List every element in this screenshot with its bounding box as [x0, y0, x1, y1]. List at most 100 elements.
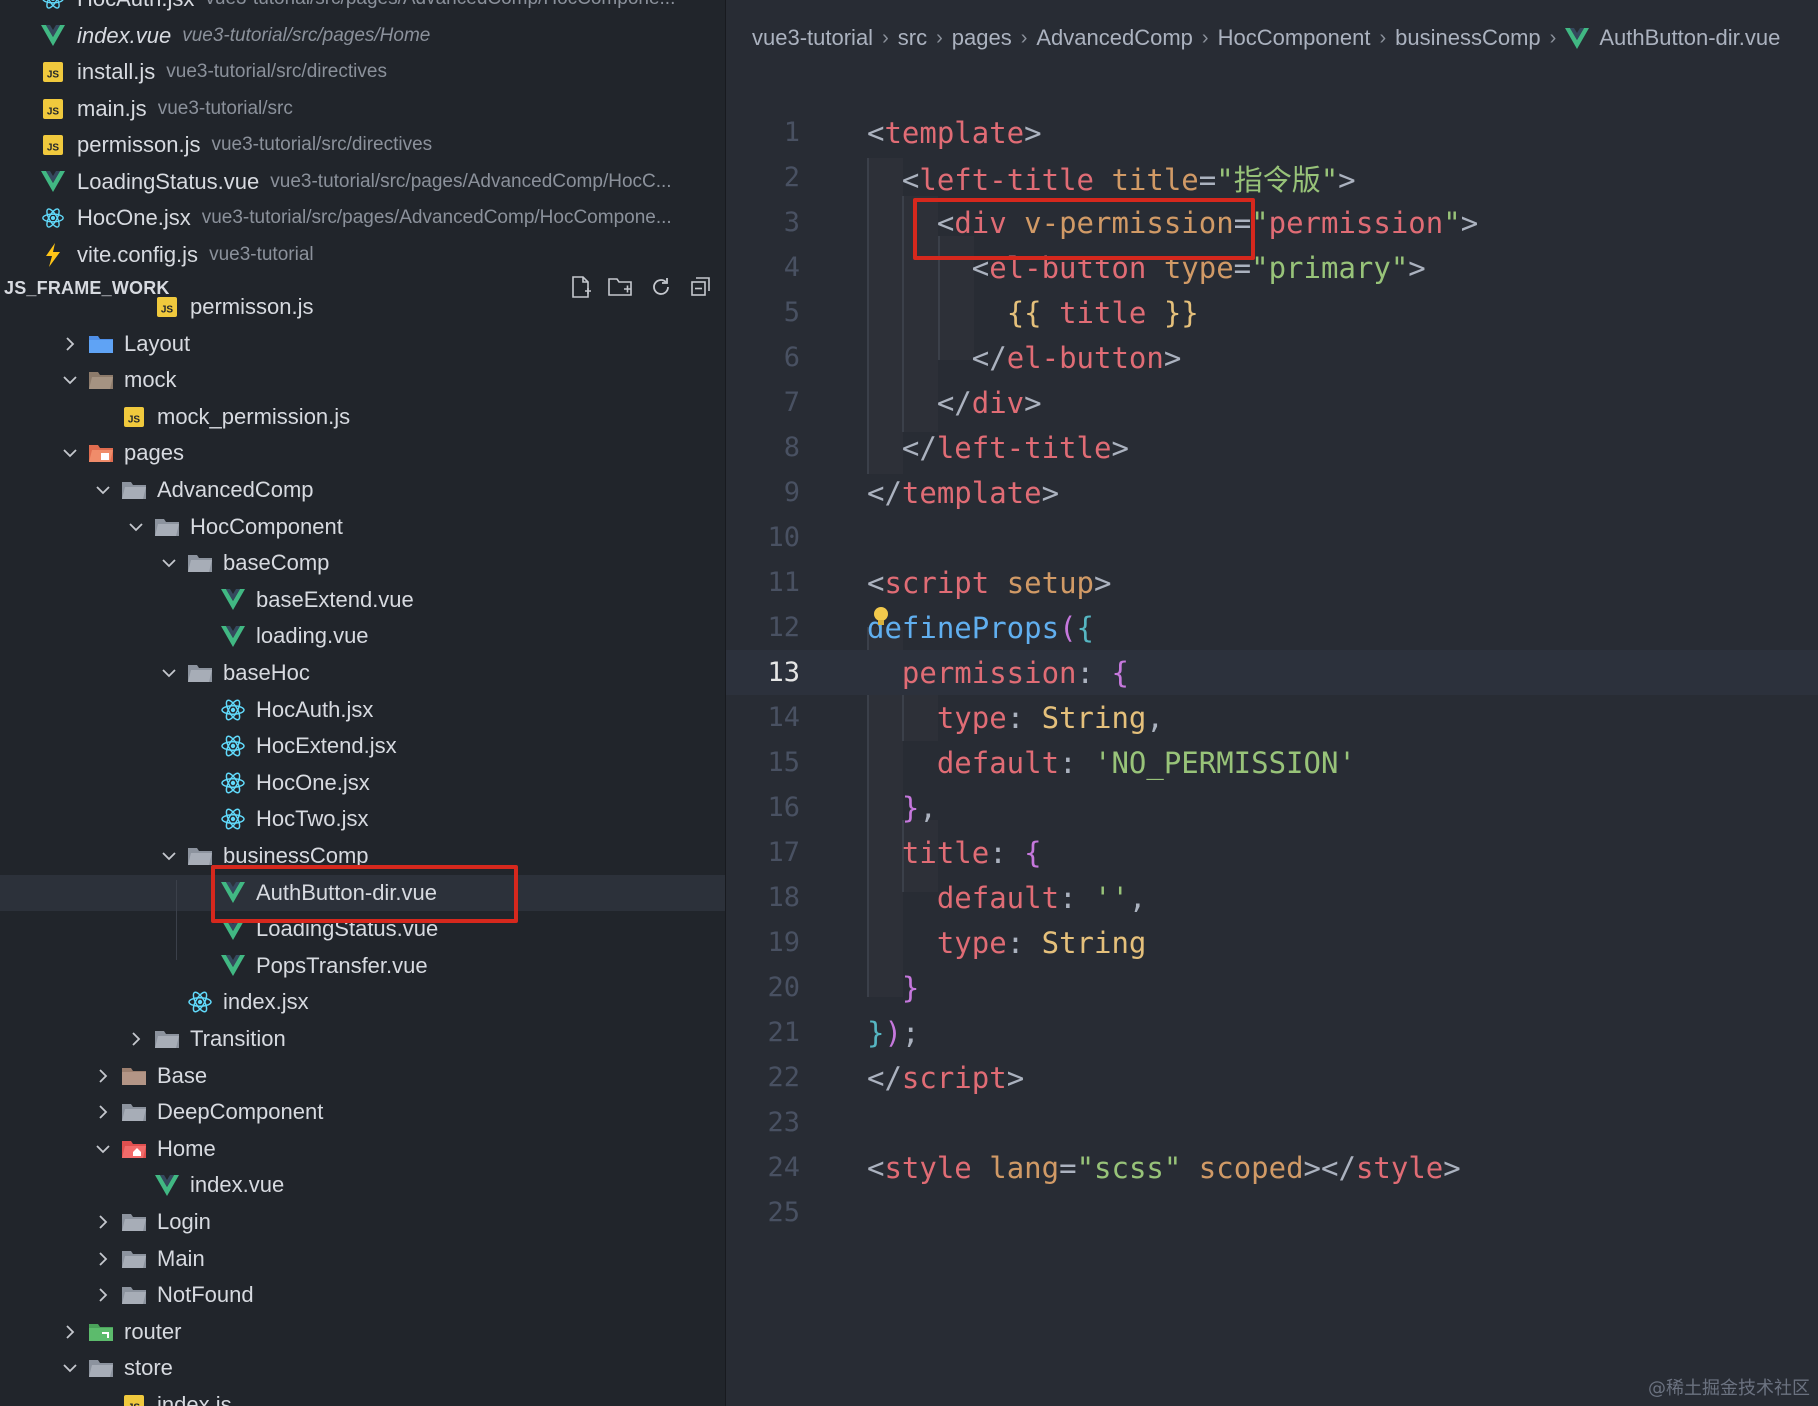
tree-folder-login[interactable]: Login: [0, 1204, 725, 1240]
code-line[interactable]: 20 }: [726, 965, 1818, 1010]
chevron-down-icon[interactable]: [95, 482, 111, 498]
tree-folder-home[interactable]: Home: [0, 1131, 725, 1167]
tree-folder-basecomp[interactable]: baseComp: [0, 545, 725, 581]
code-line[interactable]: 2 <left-title title="指令版">: [726, 155, 1818, 200]
tree-file[interactable]: LoadingStatus.vue: [0, 911, 725, 947]
tree-item-label: baseExtend.vue: [256, 586, 414, 612]
tree-folder-hoccomponent[interactable]: HocComponent: [0, 509, 725, 545]
code-line[interactable]: 9 </template>: [726, 470, 1818, 515]
tree-folder-layout[interactable]: Layout: [0, 326, 725, 362]
code-line[interactable]: 25: [726, 1190, 1818, 1235]
chevron-right-icon[interactable]: [62, 336, 78, 352]
breadcrumb-item[interactable]: vue3-tutorial: [752, 25, 873, 51]
lightbulb-icon[interactable]: [872, 606, 890, 635]
breadcrumb-item[interactable]: AdvancedComp: [1036, 25, 1193, 51]
chevron-down-icon[interactable]: [128, 519, 144, 535]
tree-item-label: Login: [157, 1209, 211, 1234]
tree-file[interactable]: HocOne.jsx: [0, 765, 725, 801]
chevron-right-icon[interactable]: [95, 1251, 111, 1267]
code-line[interactable]: 18 default: '',: [726, 875, 1818, 920]
code-line[interactable]: 23: [726, 1100, 1818, 1145]
code-line[interactable]: 3 <div v-permission="permission">: [726, 200, 1818, 245]
code-line[interactable]: 19 type: String: [726, 920, 1818, 965]
svg-text:JS: JS: [128, 414, 141, 425]
chevron-right-icon[interactable]: [95, 1287, 111, 1303]
code-editor[interactable]: vue3-tutorial › src › pages › AdvancedComp › Hoc…: [726, 0, 1818, 1406]
tree-folder-store[interactable]: store: [0, 1350, 725, 1386]
code-line[interactable]: 10: [726, 515, 1818, 560]
tree-file[interactable]: HocExtend.jsx: [0, 728, 725, 764]
tree-file[interactable]: index.jsx: [0, 984, 725, 1020]
tree-folder-businesscomp[interactable]: businessComp: [0, 838, 725, 874]
open-editor-item[interactable]: index.vue vue3-tutorial/src/pages/Home: [0, 18, 726, 54]
chevron-right-icon[interactable]: [95, 1104, 111, 1120]
breadcrumb-item[interactable]: businessComp: [1395, 25, 1541, 51]
code-line[interactable]: 15 default: 'NO_PERMISSION': [726, 740, 1818, 785]
chevron-down-icon[interactable]: [161, 555, 177, 571]
tree-folder-main[interactable]: Main: [0, 1241, 725, 1277]
open-editor-item[interactable]: HocAuth.jsx vue3-tutorial/src/pages/Advan…: [0, 0, 726, 17]
code-line[interactable]: 5 {{ title }}: [726, 290, 1818, 335]
tree-file[interactable]: HocAuth.jsx: [0, 692, 725, 728]
open-editor-item[interactable]: JS main.js vue3-tutorial/src: [0, 91, 726, 127]
code-line[interactable]: 16 },: [726, 785, 1818, 830]
chevron-down-icon[interactable]: [161, 848, 177, 864]
code-text: <left-title title="指令版">: [867, 162, 1356, 197]
code-line[interactable]: 14 type: String,: [726, 695, 1818, 740]
tree-folder-base[interactable]: Base: [0, 1058, 725, 1094]
tree-folder-advancedcomp[interactable]: AdvancedComp: [0, 472, 725, 508]
tree-folder-pages[interactable]: pages: [0, 435, 725, 471]
tree-file[interactable]: JS permisson.js: [0, 289, 725, 325]
tree-folder-notfound[interactable]: NotFound: [0, 1277, 725, 1313]
code-line[interactable]: 22 </script>: [726, 1055, 1818, 1100]
react-icon: [220, 771, 246, 795]
open-editor-item[interactable]: JS permisson.js vue3-tutorial/src/directiv…: [0, 127, 726, 163]
open-editor-item[interactable]: HocOne.jsx vue3-tutorial/src/pages/Advanc…: [0, 200, 726, 236]
open-editor-filename: main.js: [77, 95, 147, 121]
tree-file[interactable]: index.vue: [0, 1167, 725, 1203]
code-line[interactable]: 4 <el-button type="primary">: [726, 245, 1818, 290]
code-line[interactable]: 13 permission: {: [726, 650, 1818, 695]
breadcrumb-item[interactable]: HocComponent: [1218, 25, 1371, 51]
code-line[interactable]: 21});: [726, 1010, 1818, 1055]
chevron-right-icon[interactable]: [62, 1324, 78, 1340]
code-line[interactable]: 17 title: {: [726, 830, 1818, 875]
code-line[interactable]: 8 </left-title>: [726, 425, 1818, 470]
breadcrumb-item[interactable]: pages: [952, 25, 1012, 51]
chevron-down-icon[interactable]: [161, 665, 177, 681]
tree-file[interactable]: HocTwo.jsx: [0, 801, 725, 837]
tree-folder-mock[interactable]: mock: [0, 362, 725, 398]
code-text: </template>: [867, 475, 1060, 510]
open-editor-filename: index.vue: [77, 22, 172, 48]
open-editor-item[interactable]: LoadingStatus.vue vue3-tutorial/src/pages…: [0, 164, 726, 200]
code-line[interactable]: 24 <style lang="scss" scoped></style>: [726, 1145, 1818, 1190]
tree-file[interactable]: JS mock_permission.js: [0, 399, 725, 435]
chevron-right-icon[interactable]: [95, 1214, 111, 1230]
breadcrumb-item[interactable]: src: [898, 25, 927, 51]
js-icon: JS: [121, 1393, 147, 1406]
breadcrumb: vue3-tutorial › src › pages › AdvancedComp › Hoc…: [752, 20, 1780, 56]
tree-file[interactable]: loading.vue: [0, 618, 725, 654]
tree-folder-router[interactable]: router: [0, 1314, 725, 1350]
code-line[interactable]: 1 <template>: [726, 110, 1818, 155]
chevron-down-icon[interactable]: [62, 372, 78, 388]
breadcrumb-item[interactable]: AuthButton-dir.vue: [1599, 25, 1780, 51]
chevron-down-icon[interactable]: [95, 1141, 111, 1157]
code-line[interactable]: 11 <script setup>: [726, 560, 1818, 605]
code-line[interactable]: 6 </el-button>: [726, 335, 1818, 380]
js-icon: JS: [121, 405, 147, 429]
tree-folder-transition[interactable]: Transition: [0, 1021, 725, 1057]
tree-file[interactable]: baseExtend.vue: [0, 582, 725, 618]
open-editor-item[interactable]: JS install.js vue3-tutorial/src/directives: [0, 54, 726, 90]
tree-folder-basehoc[interactable]: baseHoc: [0, 655, 725, 691]
tree-file[interactable]: AuthButton-dir.vue: [0, 874, 725, 911]
chevron-right-icon[interactable]: [95, 1068, 111, 1084]
chevron-down-icon[interactable]: [62, 445, 78, 461]
tree-folder-deepcomponent[interactable]: DeepComponent: [0, 1094, 725, 1130]
tree-item-label: HocAuth.jsx: [256, 696, 374, 722]
code-line[interactable]: 7 </div>: [726, 380, 1818, 425]
chevron-right-icon[interactable]: [128, 1031, 144, 1047]
tree-file[interactable]: JS index.js: [0, 1387, 725, 1406]
tree-file[interactable]: PopsTransfer.vue: [0, 948, 725, 984]
chevron-down-icon[interactable]: [62, 1360, 78, 1376]
